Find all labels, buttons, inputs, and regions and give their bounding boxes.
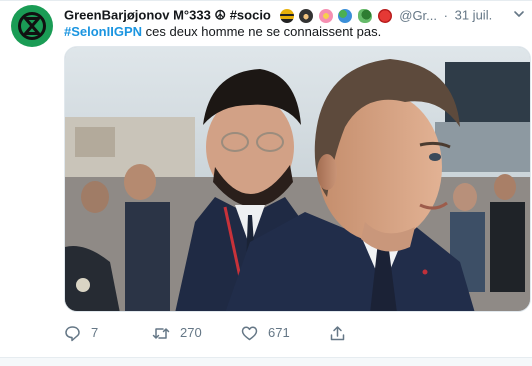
share-icon <box>330 325 345 340</box>
photo-illustration <box>65 47 530 311</box>
retweet-button[interactable]: 270 <box>152 323 202 343</box>
divider <box>0 0 532 1</box>
tweet-header: GreenBarjøjonov M°333 ☮ #socio @Gr... · … <box>64 6 492 24</box>
bee-emoji-icon <box>279 9 294 24</box>
user-handle[interactable]: @Gr... <box>399 8 437 23</box>
retweet-icon <box>152 327 170 339</box>
tweet-body: ces deux homme ne se connaissent pas. <box>142 24 382 39</box>
reply-button[interactable]: 7 <box>64 323 98 343</box>
heart-icon <box>241 326 258 340</box>
avatar[interactable] <box>11 5 53 47</box>
ninja-emoji-icon <box>299 9 314 24</box>
lobster-emoji-icon <box>377 9 392 24</box>
tweet-card[interactable]: GreenBarjøjonov M°333 ☮ #socio @Gr... · … <box>0 0 532 366</box>
display-name[interactable]: GreenBarjøjonov M°333 <box>64 8 211 23</box>
reply-count: 7 <box>91 325 99 340</box>
tweet-date[interactable]: 31 juil. <box>455 8 493 23</box>
retweet-count: 270 <box>180 325 202 340</box>
extinction-rebellion-icon <box>18 12 46 40</box>
globe-emoji-icon <box>338 9 353 24</box>
flower-emoji-icon <box>318 9 333 24</box>
tweet-text: #SelonIIGPN ces deux homme ne se connais… <box>64 23 381 40</box>
tweet-photo[interactable] <box>64 46 531 312</box>
reply-icon <box>65 325 80 341</box>
chevron-down-icon[interactable] <box>513 8 525 20</box>
timeline-background <box>0 358 532 366</box>
emoji-row <box>279 7 393 25</box>
like-button[interactable]: 671 <box>241 323 290 343</box>
like-count: 671 <box>268 325 290 340</box>
separator-dot: · <box>443 7 448 23</box>
share-button[interactable] <box>329 323 356 343</box>
display-name-suffix[interactable]: ☮ #socio <box>214 8 270 23</box>
dragon-emoji-icon <box>358 9 372 24</box>
hashtag-link[interactable]: #SelonIIGPN <box>64 24 142 39</box>
